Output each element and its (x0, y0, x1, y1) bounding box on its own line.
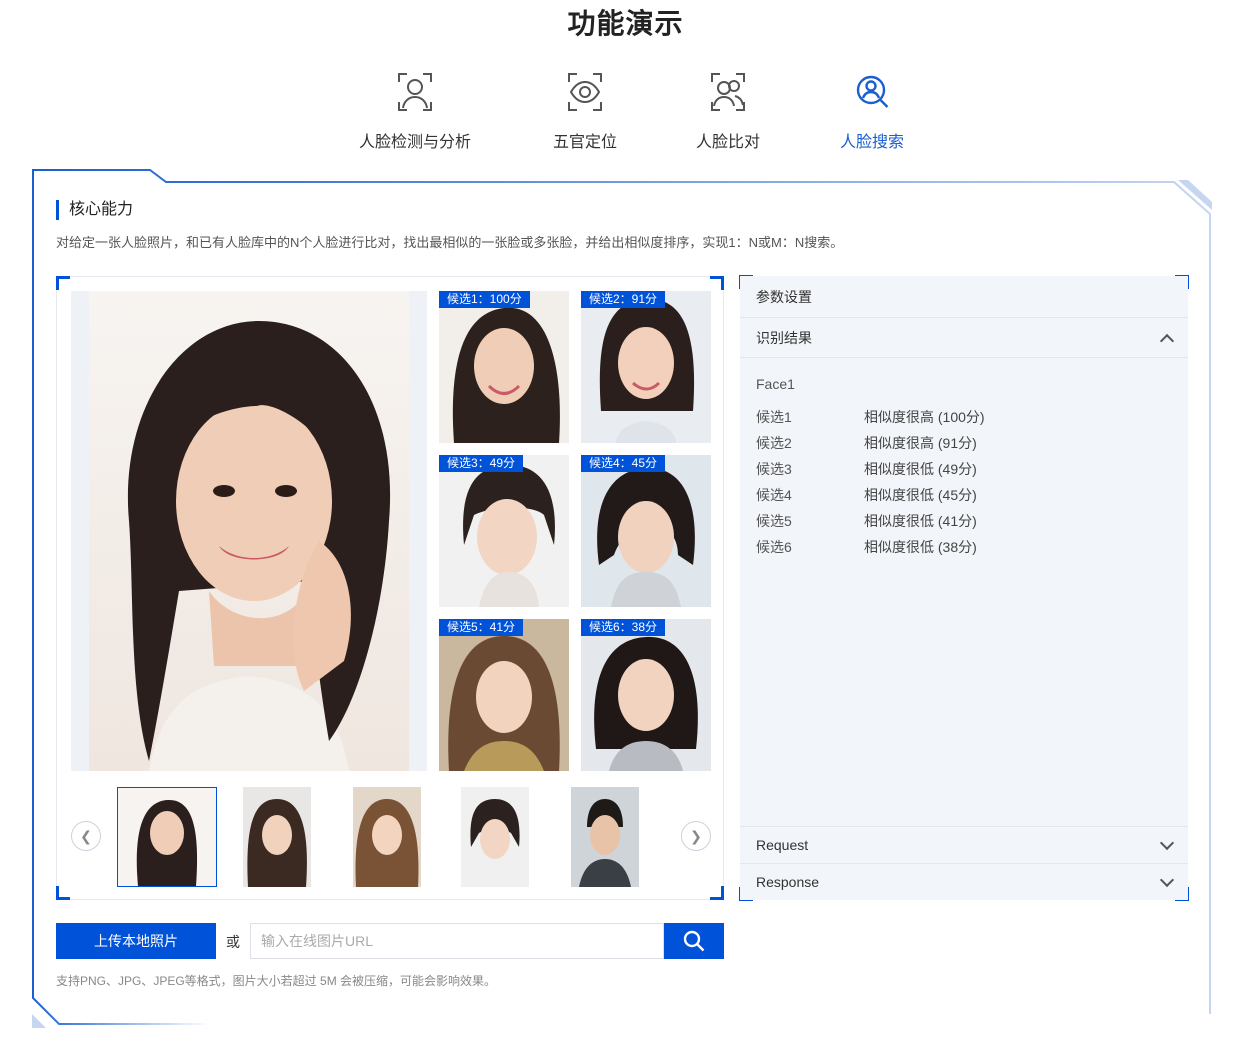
tab-face-detection[interactable]: 人脸检测与分析 (345, 70, 485, 152)
face-label: Face1 (756, 376, 795, 392)
upload-local-photo-button[interactable]: 上传本地照片 (56, 923, 216, 959)
request-section-header[interactable]: Request (740, 826, 1188, 864)
candidate-score-tag: 候选5：41分 (439, 619, 524, 636)
tab-label: 人脸搜索 (839, 134, 904, 151)
params-settings-header[interactable]: 参数设置 (740, 276, 1188, 318)
chevron-down-icon (1159, 872, 1175, 888)
thumbnail-4[interactable] (461, 787, 529, 887)
candidate-score-tag: 候选3：49分 (439, 455, 524, 472)
result-panel: 参数设置 识别结果 Face1 候选1 相似度很高 (100分) 候选2 相似度很高… (739, 275, 1189, 901)
thumbnail-5[interactable] (571, 787, 639, 887)
upload-hint: 支持PNG、JPG、JPEG等格式，图片大小若超过 5M 会被压缩，可能会影响效… (56, 974, 497, 988)
candidate-score-tag: 候选2：91分 (581, 291, 666, 308)
tab-face-compare[interactable]: 人脸比对 (658, 70, 798, 152)
section-description: 对给定一张人脸照片，和已有人脸库中的N个人脸进行比对，找出最相似的一张脸或多张脸… (56, 235, 844, 250)
carousel-prev-button[interactable]: ❮ (71, 821, 101, 851)
face-scan-icon (398, 73, 432, 111)
query-photo (71, 291, 427, 771)
candidate-6[interactable]: 候选6：38分 (581, 619, 711, 771)
chevron-right-icon: ❯ (690, 827, 702, 844)
result-row: 候选4 相似度很低 (45分) (756, 487, 977, 503)
tab-face-search[interactable]: 人脸搜索 (802, 70, 942, 152)
search-icon (683, 930, 705, 952)
or-label: 或 (226, 934, 240, 950)
chevron-up-icon (1159, 333, 1175, 348)
thumbnail-2[interactable] (243, 787, 311, 887)
face-compare-icon (711, 73, 745, 111)
carousel-next-button[interactable]: ❯ (681, 821, 711, 851)
eye-scan-icon (568, 73, 602, 111)
thumbnail-1[interactable] (117, 787, 217, 887)
candidate-1[interactable]: 候选1：100分 (439, 291, 569, 443)
image-url-input[interactable] (250, 923, 664, 959)
candidate-score-tag: 候选6：38分 (581, 619, 666, 636)
thumbnail-3[interactable] (353, 787, 421, 887)
tab-facial-landmarks[interactable]: 五官定位 (515, 70, 655, 152)
chevron-left-icon: ❮ (80, 827, 92, 844)
candidate-2[interactable]: 候选2：91分 (581, 291, 711, 443)
response-section-header[interactable]: Response (740, 864, 1188, 900)
candidate-score-tag: 候选4：45分 (581, 455, 666, 472)
result-row: 候选1 相似度很高 (100分) (756, 409, 985, 425)
tab-label: 人脸检测与分析 (358, 134, 471, 151)
result-row: 候选2 相似度很高 (91分) (756, 435, 977, 451)
tab-label: 五官定位 (552, 134, 617, 151)
face-search-icon (856, 75, 889, 108)
section-title: 核心能力 (56, 200, 133, 220)
url-search-button[interactable] (664, 923, 724, 959)
page-title: 功能演示 (567, 8, 684, 39)
candidate-score-tag: 候选1：100分 (439, 291, 530, 308)
feature-tabs: 人脸检测与分析 五官定位 人脸比对 人脸搜索 (340, 70, 930, 160)
tab-label: 人脸比对 (695, 134, 760, 151)
thumbnail-carousel: ❮ ❯ (71, 787, 711, 887)
result-list: Face1 候选1 相似度很高 (100分) 候选2 相似度很高 (91分) 候选3… (756, 376, 1176, 560)
result-row: 候选6 相似度很低 (38分) (756, 539, 977, 555)
demo-area: 候选1：100分 候选2：91分 候选3：49分 候选4：45分 候选5：41分… (56, 276, 724, 900)
candidate-4[interactable]: 候选4：45分 (581, 455, 711, 607)
result-row: 候选3 相似度很低 (49分) (756, 461, 977, 477)
result-row: 候选5 相似度很低 (41分) (756, 513, 977, 529)
result-section-header[interactable]: 识别结果 (740, 318, 1188, 358)
candidate-3[interactable]: 候选3：49分 (439, 455, 569, 607)
portrait-image (127, 321, 391, 771)
candidate-5[interactable]: 候选5：41分 (439, 619, 569, 771)
chevron-down-icon (1159, 835, 1175, 851)
